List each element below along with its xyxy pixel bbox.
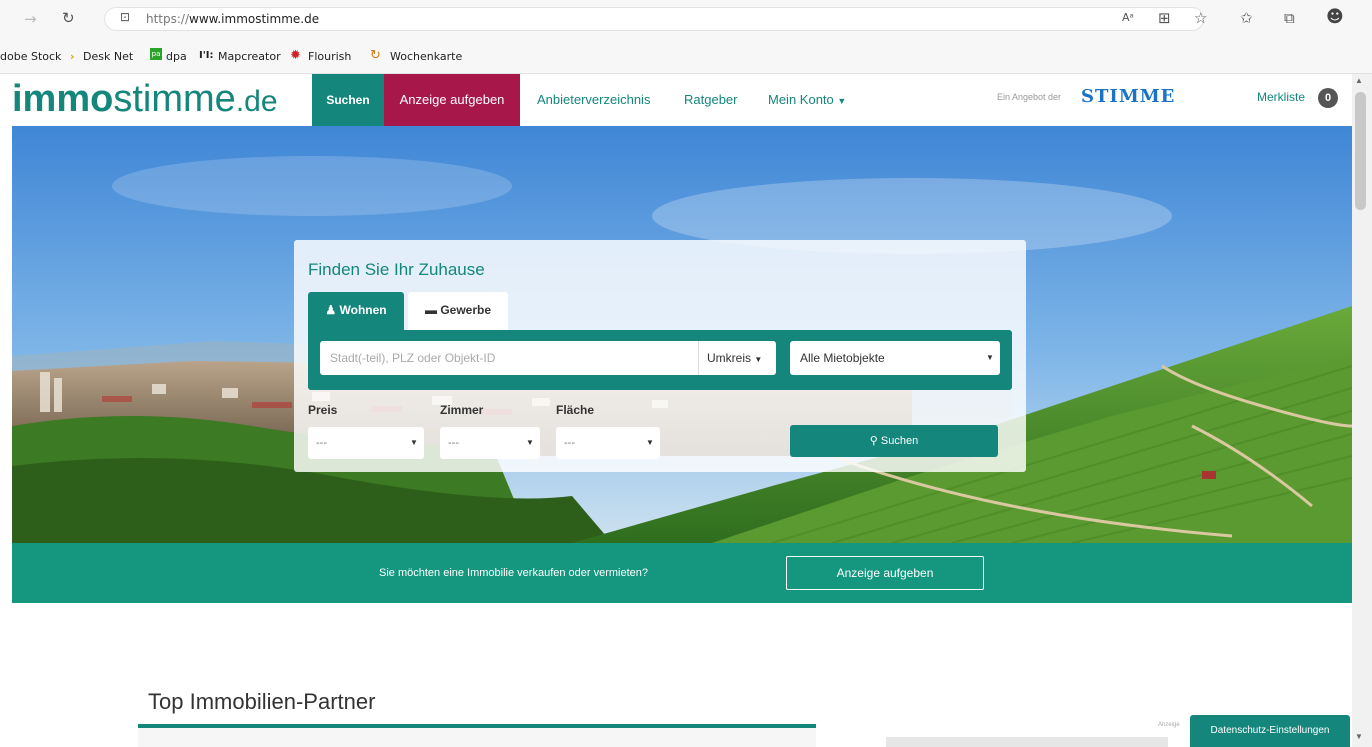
caret-down-icon: ▼ [410,438,418,447]
bookmark-adobe-stock[interactable]: dobe Stock [0,50,61,63]
bookmark-desk-net[interactable]: Desk Net [83,50,133,63]
flaeche-value: --- [564,437,575,449]
cta-banner: Sie möchten eine Immobilie verkaufen ode… [12,543,1352,603]
flaeche-select[interactable]: --- ▼ [556,427,660,459]
tab-wohnen-label: Wohnen [339,303,387,317]
location-search-input[interactable] [320,341,698,375]
favorites-list-icon[interactable]: ✩ [1240,9,1253,27]
objekttyp-label: Alle Mietobjekte [800,351,885,365]
person-icon: ♟ [325,303,337,317]
nav-mein-konto[interactable]: Mein Konto ▼ [768,74,846,126]
url-text[interactable]: https://www.immostimme.de [146,12,319,26]
lock-icon[interactable]: ⊡ [120,10,130,24]
collections-icon[interactable]: ⧉ [1284,9,1295,27]
bookmark-flourish[interactable]: Flourish [308,50,351,63]
url-host: www.immostimme.de [189,12,320,26]
logo-bold: immo [12,78,114,120]
desknet-icon: › [70,50,75,63]
caret-down-icon: ▼ [986,353,994,362]
ad-image[interactable] [886,737,1168,747]
preis-select[interactable]: --- ▼ [308,427,424,459]
tab-gewerbe[interactable]: ▬ Gewerbe [408,292,508,330]
scroll-down-icon[interactable]: ▼ [1355,732,1363,741]
nav-mein-konto-label: Mein Konto [768,92,834,107]
flaeche-label: Fläche [556,403,595,417]
bookmark-dpa[interactable]: dpa [166,50,187,63]
bookmarks-bar: dobe Stock › Desk Net pa dpa I'I: Mapcre… [0,38,1372,74]
partners-heading: Top Immobilien-Partner [148,689,376,714]
search-submit-button[interactable]: ⚲ Suchen [790,425,998,457]
merkliste-link[interactable]: Merkliste [1257,90,1305,104]
site-logo[interactable]: immostimme.de [12,78,278,123]
search-bar: Umkreis ▼ Alle Mietobjekte ▼ [308,330,1012,390]
scrollbar-thumb[interactable] [1355,92,1366,210]
scroll-up-icon[interactable]: ▲ [1355,76,1363,85]
reader-view-icon[interactable]: ⊞ [1158,9,1171,27]
caret-down-icon: ▼ [754,355,763,364]
zimmer-select[interactable]: --- ▼ [440,427,540,459]
dpa-icon: pa [150,48,162,60]
wochenkarte-icon: ↻ [370,48,381,63]
objekttyp-dropdown[interactable]: Alle Mietobjekte ▼ [790,341,1000,375]
search-icon: ⚲ [869,435,878,447]
back-arrow-icon[interactable]: → [24,10,37,28]
tab-wohnen[interactable]: ♟ Wohnen [308,292,404,330]
nav-anbieterverzeichnis[interactable]: Anbieterverzeichnis [537,74,650,126]
zimmer-label: Zimmer [440,403,484,417]
nav-anzeige-aufgeben[interactable]: Anzeige aufgeben [384,74,520,126]
caret-down-icon: ▼ [837,96,847,106]
merkliste-count-badge: 0 [1318,88,1338,108]
read-aloud-icon[interactable]: Aᵃ [1122,11,1134,24]
search-panel: Finden Sie Ihr Zuhause ♟ Wohnen ▬ Gewerb… [294,240,1026,472]
refresh-icon[interactable]: ↻ [62,9,75,27]
caret-down-icon: ▼ [526,438,534,447]
bookmark-mapcreator[interactable]: Mapcreator [218,50,281,63]
caret-down-icon: ▼ [646,438,654,447]
browser-toolbar: → ↻ ⊡ https://www.immostimme.de Aᵃ ⊞ ☆ ✩… [0,0,1372,38]
angebot-label: Ein Angebot der [997,92,1062,102]
briefcase-icon: ▬ [424,303,437,317]
preis-label: Preis [308,403,338,417]
mapcreator-icon: I'I: [199,50,214,61]
stimme-logo[interactable]: STIMME [1081,86,1175,107]
nav-suchen[interactable]: Suchen [312,74,384,126]
cta-anzeige-button[interactable]: Anzeige aufgeben [786,556,984,590]
bookmark-wochenkarte[interactable]: Wochenkarte [390,50,462,63]
nav-ratgeber[interactable]: Ratgeber [684,74,737,126]
tab-gewerbe-label: Gewerbe [440,303,492,317]
site-header: immostimme.de Suchen Anzeige aufgeben An… [12,74,1352,126]
cta-text: Sie möchten eine Immobilie verkaufen ode… [379,567,649,579]
zimmer-value: --- [448,437,459,449]
url-protocol: https:// [146,12,190,26]
umkreis-label: Umkreis [707,351,751,365]
search-button-label: Suchen [880,435,919,447]
preis-value: --- [316,437,327,449]
favorite-star-icon[interactable]: ☆ [1194,9,1207,27]
partners-box [138,728,816,747]
privacy-settings-button[interactable]: Datenschutz-Einstellungen [1190,715,1350,747]
umkreis-dropdown[interactable]: Umkreis ▼ [698,341,776,375]
ad-label: Anzeige [1158,722,1180,728]
logo-tld: .de [235,85,278,118]
search-title: Finden Sie Ihr Zuhause [308,260,485,279]
profile-avatar-icon[interactable]: ☻ [1326,7,1344,27]
flourish-icon: ✹ [290,48,301,63]
logo-light: stimme [113,78,236,120]
